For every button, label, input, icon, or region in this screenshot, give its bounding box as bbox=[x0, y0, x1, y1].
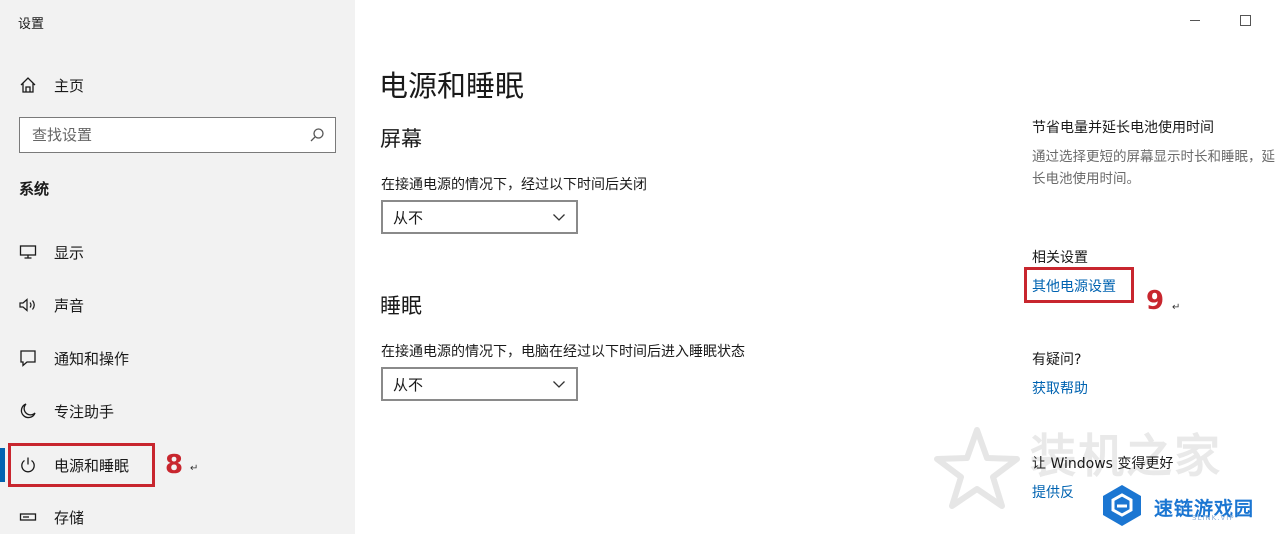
home-icon bbox=[18, 75, 38, 95]
related-settings-heading: 相关设置 bbox=[1032, 250, 1088, 266]
battery-tip-heading: 节省电量并延长电池使用时间 bbox=[1032, 120, 1214, 136]
search-icon[interactable] bbox=[309, 127, 325, 143]
display-icon bbox=[18, 242, 38, 262]
annotation-step-9: 9 bbox=[1146, 286, 1165, 316]
app-title: 设置 bbox=[18, 17, 45, 32]
site-logo: 速链游戏园 bbox=[1098, 482, 1280, 532]
minimize-button[interactable] bbox=[1190, 20, 1200, 21]
page-title: 电源和睡眠 bbox=[379, 69, 525, 103]
dropdown-value: 从不 bbox=[393, 208, 424, 227]
logo-icon bbox=[1098, 482, 1146, 532]
sidebar-item-focus-assist[interactable]: 专注助手 bbox=[0, 391, 355, 431]
search-input[interactable] bbox=[32, 126, 302, 144]
improve-windows-heading: 让 Windows 变得更好 bbox=[1032, 456, 1174, 472]
sidebar-item-label: 显示 bbox=[54, 243, 85, 262]
section-heading-screen: 屏幕 bbox=[380, 127, 422, 151]
battery-tip-text: 通过选择更短的屏幕显示时长和睡眠，延长电池使用时间。 bbox=[1032, 149, 1275, 187]
annotation-step-8: 8 bbox=[165, 450, 184, 480]
question-heading: 有疑问? bbox=[1032, 352, 1082, 368]
section-heading-sleep: 睡眠 bbox=[380, 294, 422, 318]
screen-timeout-label: 在接通电源的情况下，经过以下时间后关闭 bbox=[381, 177, 647, 193]
highlight-box-link bbox=[1024, 267, 1134, 303]
highlight-box-power bbox=[8, 443, 155, 487]
sidebar: 设置 主页 系统 显示 声音 通知和操作 专注助手 bbox=[0, 0, 355, 534]
sidebar-item-label: 声音 bbox=[54, 296, 85, 315]
sidebar-item-notifications[interactable]: 通知和操作 bbox=[0, 338, 355, 378]
sleep-timeout-label: 在接通电源的情况下，电脑在经过以下时间后进入睡眠状态 bbox=[381, 344, 745, 360]
watermark-star-icon bbox=[932, 424, 1022, 518]
dropdown-value: 从不 bbox=[393, 375, 424, 394]
storage-icon bbox=[18, 507, 38, 527]
sidebar-item-label: 通知和操作 bbox=[54, 349, 130, 368]
notification-icon bbox=[18, 348, 38, 368]
section-label-system: 系统 bbox=[19, 180, 50, 198]
chevron-down-icon bbox=[552, 210, 566, 224]
sidebar-item-sound[interactable]: 声音 bbox=[0, 285, 355, 325]
speaker-icon bbox=[18, 295, 38, 315]
cursor-mark: ↵ bbox=[1172, 302, 1181, 313]
sidebar-item-storage[interactable]: 存储 bbox=[0, 497, 355, 534]
maximize-button[interactable] bbox=[1240, 15, 1251, 26]
sidebar-item-label: 存储 bbox=[54, 508, 85, 527]
logo-subtext: SLINK.VIP bbox=[1192, 514, 1235, 522]
sidebar-item-label: 专注助手 bbox=[54, 402, 115, 421]
search-box[interactable] bbox=[19, 117, 336, 153]
sidebar-item-home[interactable]: 主页 bbox=[18, 70, 84, 100]
home-label: 主页 bbox=[54, 76, 85, 95]
moon-icon bbox=[18, 401, 38, 421]
screen-timeout-dropdown[interactable]: 从不 bbox=[381, 200, 578, 234]
get-help-link[interactable]: 获取帮助 bbox=[1032, 378, 1088, 398]
chevron-down-icon bbox=[552, 377, 566, 391]
sleep-timeout-dropdown[interactable]: 从不 bbox=[381, 367, 578, 401]
cursor-mark: ↵ bbox=[190, 463, 199, 474]
sidebar-item-display[interactable]: 显示 bbox=[0, 232, 355, 272]
give-feedback-link[interactable]: 提供反 bbox=[1032, 482, 1074, 502]
